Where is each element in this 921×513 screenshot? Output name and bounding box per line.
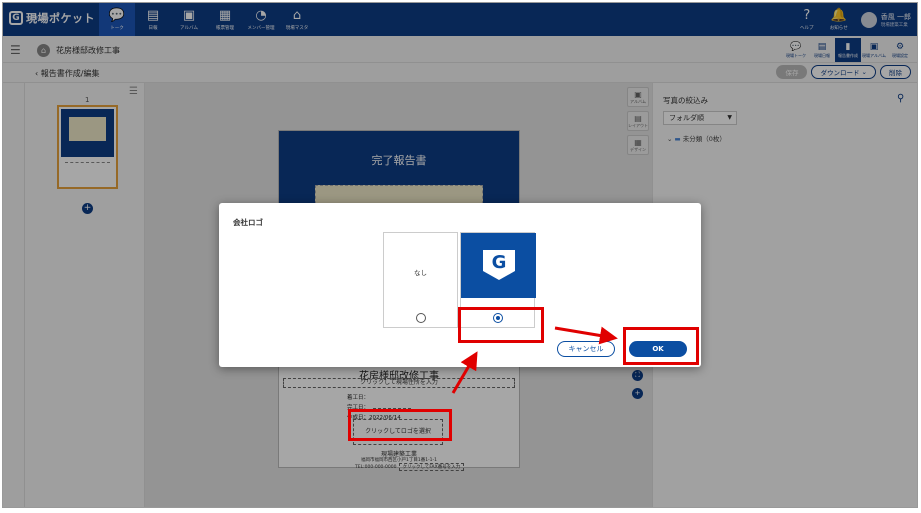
logo-letter: G <box>491 252 507 273</box>
logo-option-none[interactable]: なし <box>383 232 458 328</box>
radio-none[interactable] <box>416 313 426 323</box>
company-logo-image: G <box>461 233 536 298</box>
app-window: G 現場ポケット GENPO 💬 トーク ▤ 日報 ▣ アルバム ▦ 帳票管理 … <box>2 2 918 508</box>
option-none-label: なし <box>414 269 427 277</box>
highlight-ok-button <box>623 327 699 365</box>
cancel-button[interactable]: キャンセル <box>557 341 615 357</box>
dialog-title: 会社ロゴ <box>233 218 263 227</box>
highlight-logo-select-area <box>348 409 452 441</box>
highlight-logo-radio <box>458 307 544 343</box>
